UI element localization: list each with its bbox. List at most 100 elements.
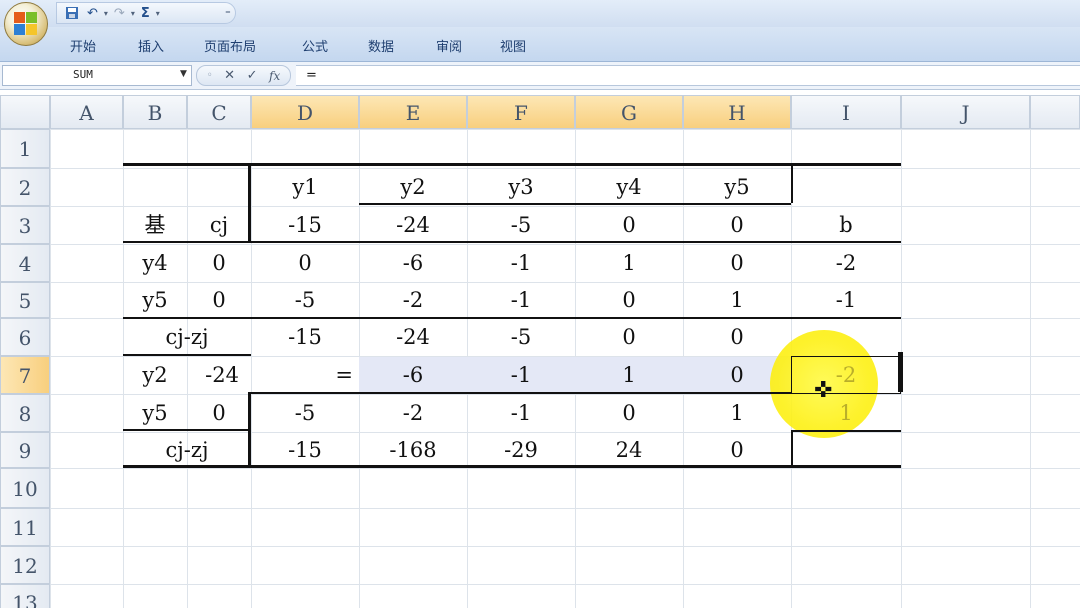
row-header-7[interactable]: 7 [0, 356, 50, 394]
tab-insert[interactable]: 插入 [138, 36, 164, 55]
tab-review[interactable]: 审阅 [436, 36, 462, 55]
cell-h4[interactable]: 0 [683, 244, 791, 282]
cell-f2[interactable]: y3 [467, 168, 575, 206]
cell-d2[interactable]: y1 [251, 168, 359, 206]
cell-d8[interactable]: -5 [251, 394, 359, 432]
row-header-3[interactable]: 3 [0, 206, 50, 244]
cell-h8[interactable]: 1 [683, 394, 791, 432]
cell-h7[interactable]: 0 [683, 356, 791, 394]
redo-dropdown-icon[interactable]: ▾ [131, 9, 135, 18]
customize-qat-icon[interactable]: ₌ [225, 4, 231, 17]
cell-d3[interactable]: -15 [251, 206, 359, 244]
redo-icon[interactable]: ↷ [112, 4, 127, 22]
cell-e4[interactable]: -6 [359, 244, 467, 282]
autosum-icon[interactable]: Σ [139, 4, 152, 22]
cell-g5[interactable]: 0 [575, 282, 683, 318]
cell-b8[interactable]: y5 [123, 394, 187, 432]
office-button[interactable] [4, 2, 48, 46]
column-header-j[interactable]: J [901, 95, 1030, 129]
cell-g7[interactable]: 1 [575, 356, 683, 394]
cell-g9[interactable]: 24 [575, 432, 683, 468]
cell-c4[interactable]: 0 [187, 244, 251, 282]
cell-c5[interactable]: 0 [187, 282, 251, 318]
row-header-12[interactable]: 12 [0, 546, 50, 584]
column-header-f[interactable]: F [467, 95, 575, 129]
cell-c7[interactable]: -24 [187, 356, 239, 394]
cell-i3[interactable]: b [791, 206, 901, 244]
tab-data[interactable]: 数据 [368, 36, 394, 55]
cell-i7[interactable]: -2 [791, 356, 901, 394]
cell-i4[interactable]: -2 [791, 244, 901, 282]
tab-formulas[interactable]: 公式 [302, 36, 328, 55]
row-header-10[interactable]: 10 [0, 468, 50, 508]
row-header-2[interactable]: 2 [0, 168, 50, 206]
row-header-6[interactable]: 6 [0, 318, 50, 356]
cell-b4[interactable]: y4 [123, 244, 187, 282]
cell-c3[interactable]: cj [187, 206, 251, 244]
cell-c8[interactable]: 0 [187, 394, 251, 432]
cell-f7[interactable]: -1 [467, 356, 575, 394]
column-header-c[interactable]: C [187, 95, 251, 129]
cell-f6[interactable]: -5 [467, 318, 575, 356]
autosum-dropdown-icon[interactable]: ▾ [156, 9, 160, 18]
name-box-dropdown-icon[interactable]: ▼ [180, 69, 187, 79]
cell-g2[interactable]: y4 [575, 168, 683, 206]
cell-f9[interactable]: -29 [467, 432, 575, 468]
cell-i8[interactable]: 1 [791, 394, 901, 432]
row-header-13[interactable]: 13 [0, 584, 50, 608]
cell-d5[interactable]: -5 [251, 282, 359, 318]
cell-d6[interactable]: -15 [251, 318, 359, 356]
cell-f3[interactable]: -5 [467, 206, 575, 244]
column-header-h[interactable]: H [683, 95, 791, 129]
enter-icon[interactable]: ✓ [247, 68, 258, 83]
formula-input[interactable]: = [296, 65, 1080, 86]
name-box[interactable]: SUM [2, 65, 192, 86]
cell-g4[interactable]: 1 [575, 244, 683, 282]
cell-bc9[interactable]: cj-zj [123, 432, 251, 468]
cell-g8[interactable]: 0 [575, 394, 683, 432]
cell-d4[interactable]: 0 [251, 244, 359, 282]
row-header-1[interactable]: 1 [0, 129, 50, 168]
cell-e2[interactable]: y2 [359, 168, 467, 206]
cell-h3[interactable]: 0 [683, 206, 791, 244]
cell-h6[interactable]: 0 [683, 318, 791, 356]
select-all-corner[interactable] [0, 95, 50, 129]
save-icon[interactable] [63, 4, 81, 22]
undo-icon[interactable]: ↶ [85, 4, 100, 22]
cell-f4[interactable]: -1 [467, 244, 575, 282]
row-header-11[interactable]: 11 [0, 508, 50, 546]
cell-e7[interactable]: -6 [359, 356, 467, 394]
column-header-i[interactable]: I [791, 95, 901, 129]
cell-i5[interactable]: -1 [791, 282, 901, 318]
insert-function-icon[interactable]: fx [269, 69, 280, 83]
column-header-k[interactable] [1030, 95, 1080, 129]
row-header-4[interactable]: 4 [0, 244, 50, 282]
column-header-g[interactable]: G [575, 95, 683, 129]
cell-b5[interactable]: y5 [123, 282, 187, 318]
tab-home[interactable]: 开始 [70, 36, 96, 55]
cell-h2[interactable]: y5 [683, 168, 791, 206]
row-header-5[interactable]: 5 [0, 282, 50, 318]
cell-b7[interactable]: y2 [123, 356, 187, 394]
cell-f8[interactable]: -1 [467, 394, 575, 432]
column-header-b[interactable]: B [123, 95, 187, 129]
cell-e8[interactable]: -2 [359, 394, 467, 432]
column-header-d[interactable]: D [251, 95, 359, 129]
cell-h5[interactable]: 1 [683, 282, 791, 318]
cell-g6[interactable]: 0 [575, 318, 683, 356]
cell-e9[interactable]: -168 [359, 432, 467, 468]
cell-b3[interactable]: 基 [123, 206, 187, 244]
cell-bc6[interactable]: cj-zj [123, 318, 251, 356]
cell-h9[interactable]: 0 [683, 432, 791, 468]
tab-page-layout[interactable]: 页面布局 [204, 36, 256, 55]
cell-g3[interactable]: 0 [575, 206, 683, 244]
cell-e5[interactable]: -2 [359, 282, 467, 318]
column-header-a[interactable]: A [50, 95, 123, 129]
undo-dropdown-icon[interactable]: ▾ [104, 9, 108, 18]
row-header-9[interactable]: 9 [0, 432, 50, 468]
cell-e3[interactable]: -24 [359, 206, 467, 244]
cancel-icon[interactable]: ✕ [224, 68, 235, 83]
cell-d9[interactable]: -15 [251, 432, 359, 468]
column-header-e[interactable]: E [359, 95, 467, 129]
cell-f5[interactable]: -1 [467, 282, 575, 318]
